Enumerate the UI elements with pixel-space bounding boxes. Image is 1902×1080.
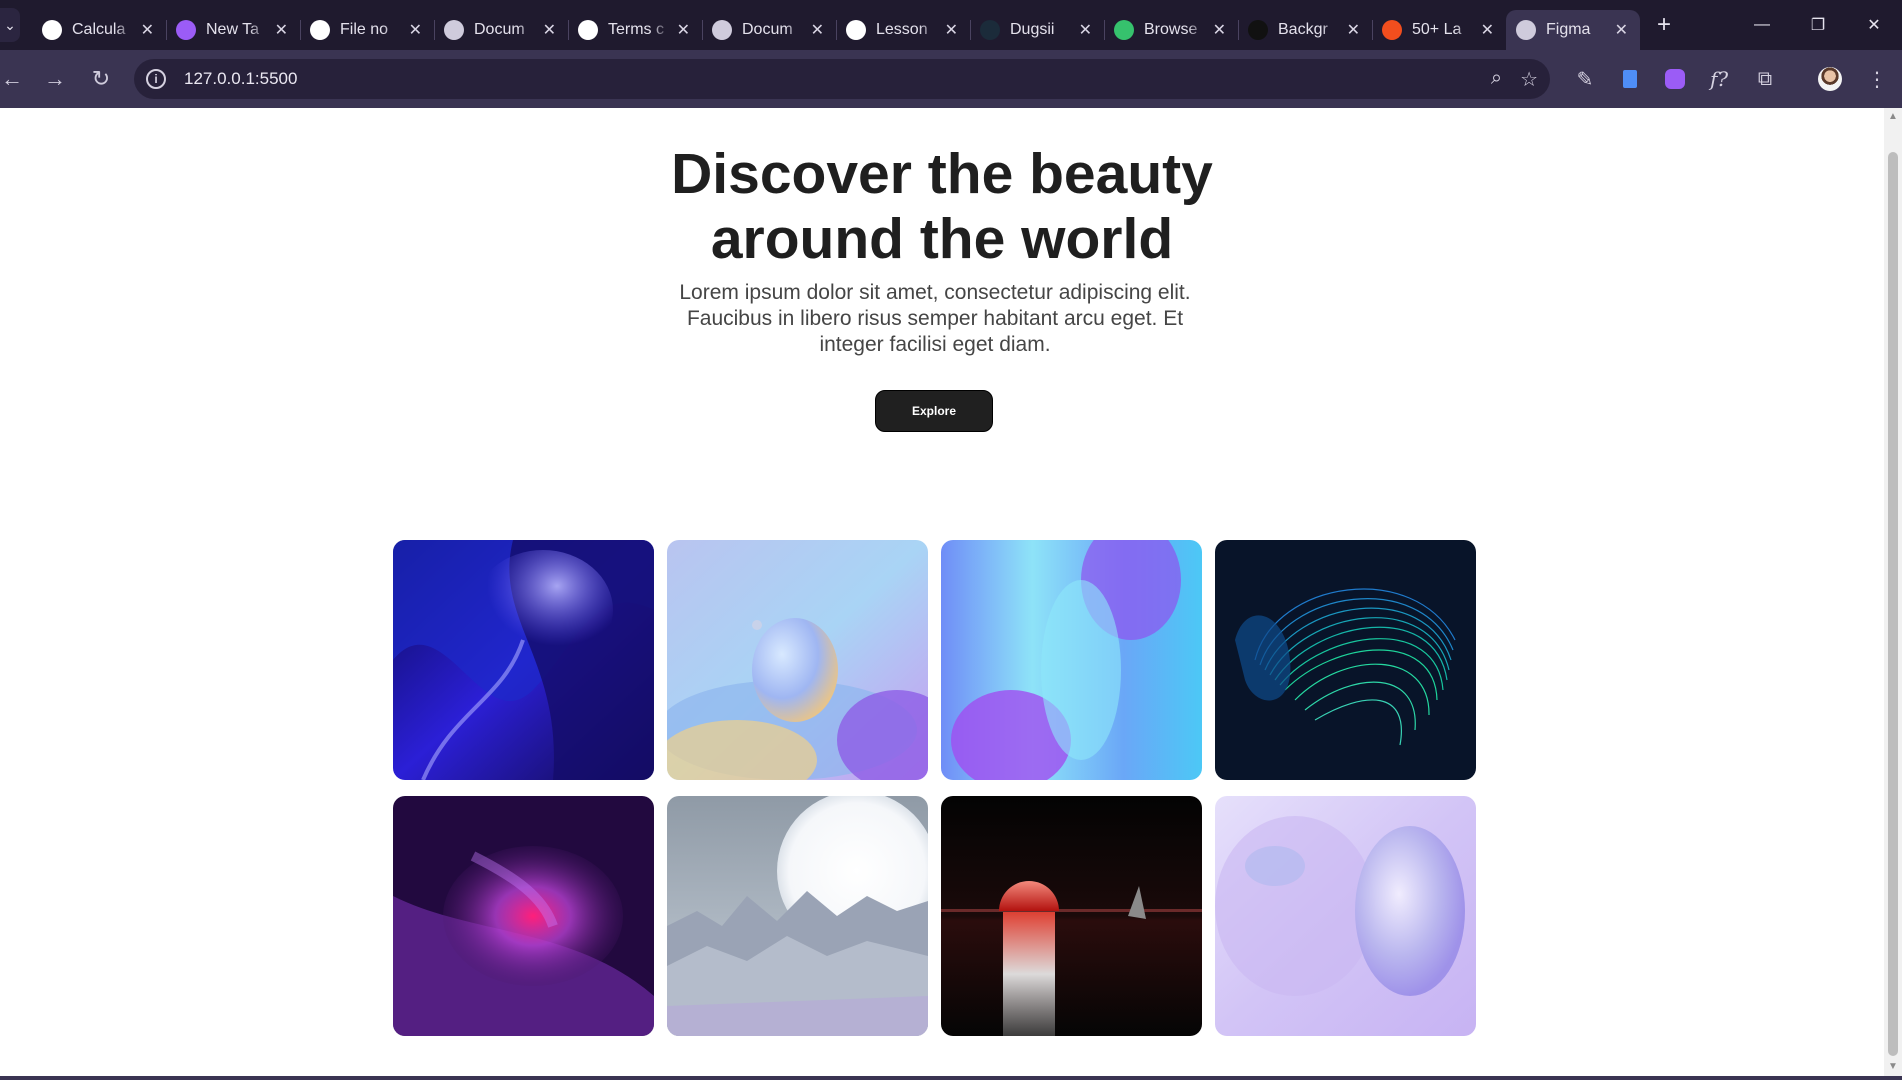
tab-title: Browse [1144,21,1198,38]
tab-title: Figma [1546,21,1591,38]
blue-waves-image[interactable] [393,540,654,780]
tab-title: Terms c [608,21,664,38]
scroll-down-icon[interactable]: ▼ [1888,1062,1898,1072]
browser-tab[interactable]: Lesson ✕ [836,10,971,50]
tab-close-icon[interactable]: ✕ [409,20,422,40]
extensions-puzzle-icon[interactable]: ⧉ [1753,67,1777,91]
tab-close-icon[interactable]: ✕ [543,20,556,40]
dugsiiye-icon [980,20,1000,40]
tab-close-icon[interactable]: ✕ [1481,20,1494,40]
tab-close-icon[interactable]: ✕ [1213,20,1226,40]
blue-purple-gradient-image[interactable] [941,540,1202,780]
github-icon [310,20,330,40]
unsplash-icon [1248,20,1268,40]
tab-close-icon[interactable]: ✕ [275,20,288,40]
close-window-icon[interactable]: ✕ [1846,0,1902,50]
tab-close-icon[interactable]: ✕ [677,20,690,40]
browser-tab[interactable]: File no ✕ [300,10,435,50]
browser-tab[interactable]: Dugsii ✕ [970,10,1105,50]
tab-close-icon[interactable]: ✕ [1079,20,1092,40]
tab-title: New Ta [206,21,260,38]
pastel-sphere-image[interactable] [667,540,928,780]
browser-tab[interactable]: New Ta ✕ [166,10,301,50]
hero-subtitle: Lorem ipsum dolor sit amet, consectetur … [679,281,1191,356]
reload-icon[interactable]: ↻ [89,66,113,91]
purple-extension-icon[interactable] [1663,67,1687,91]
profile-avatar[interactable] [1818,67,1842,91]
red-sunset-image[interactable] [941,796,1202,1036]
window-controls: — ❐ ✕ [1734,0,1902,50]
tab-close-icon[interactable]: ✕ [945,20,958,40]
tab-search-button[interactable]: ⌄ [0,8,20,42]
hero-title-line-1: Discover the beauty [671,142,1213,206]
back-icon[interactable]: ← [0,66,24,91]
restore-icon[interactable]: ❐ [1790,0,1846,50]
github-icon [42,20,62,40]
tab-close-icon[interactable]: ✕ [1615,20,1628,40]
address-bar[interactable]: i 127.0.0.1:5500 ⌕ ☆ [134,59,1550,99]
tab-title: Docum [742,21,793,38]
moon-mountains-image[interactable] [667,796,928,1036]
tab-title: Dugsii [1010,21,1055,38]
globe-icon [444,20,464,40]
tab-strip: Calcula ✕ New Ta ✕ File no ✕ Docum ✕ Terms c ✕ Doc… [32,0,1640,50]
address-url[interactable]: 127.0.0.1:5500 [184,69,297,89]
site-info-icon[interactable]: i [146,69,166,89]
explore-button[interactable]: Explore [875,390,993,432]
browser-tab[interactable]: Calcula ✕ [32,10,167,50]
bottom-edge [0,1076,1902,1080]
globe-icon [712,20,732,40]
browser-tab[interactable]: Terms c ✕ [568,10,703,50]
globe-icon [1516,20,1536,40]
tab-title: Docum [474,21,525,38]
browser-menu-icon[interactable]: ⋮ [1865,67,1889,91]
browser-tab[interactable]: Backgr ✕ [1238,10,1373,50]
scroll-up-icon[interactable]: ▲ [1888,112,1898,122]
tab-title: Backgr [1278,21,1328,38]
openai-icon [578,20,598,40]
figma-icon [1382,20,1402,40]
lavender-bubble-image[interactable] [1215,796,1476,1036]
font-extension-icon[interactable]: f? [1707,67,1731,91]
forward-icon[interactable]: → [43,66,67,91]
browser-tab[interactable]: Docum ✕ [434,10,569,50]
teal-wire-spiral-image[interactable] [1215,540,1476,780]
pink-glow-image[interactable] [393,796,654,1036]
tab-close-icon[interactable]: ✕ [141,20,154,40]
tab-title: File no [340,21,389,38]
browse-icon [1114,20,1134,40]
hero-title-line-2: around the world [710,207,1174,271]
tab-close-icon[interactable]: ✕ [1347,20,1360,40]
browser-tab[interactable]: Browse ✕ [1104,10,1239,50]
minimize-icon[interactable]: — [1734,0,1790,50]
hero-title: Discover the beauty around the world [0,142,1884,272]
browser-tab-bar: ⌄ Calcula ✕ New Ta ✕ File no ✕ Docum ✕ Terms c ✕ D… [0,0,1902,50]
browser-tab[interactable]: 50+ La ✕ [1372,10,1507,50]
tab-title: Calcula [72,21,126,38]
new-tab-button[interactable]: + [1644,5,1684,45]
browser-tab[interactable]: Figma ✕ [1506,10,1640,50]
docs-extension-icon[interactable] [1618,67,1642,91]
scrollbar-thumb[interactable] [1888,152,1898,1056]
tab-title: Lesson [876,21,928,38]
tab-title: 50+ La [1412,21,1462,38]
bookmark-star-icon[interactable]: ☆ [1520,67,1538,92]
notion-icon [846,20,866,40]
tab-close-icon[interactable]: ✕ [811,20,824,40]
browser-toolbar: ← → ↻ i 127.0.0.1:5500 ⌕ ☆ ✎ f? ⧉ ⋮ [0,50,1902,108]
color-picker-extension-icon[interactable]: ✎ [1573,67,1597,91]
page-scrollbar[interactable]: ▲ ▼ [1884,108,1902,1076]
new-tab-extension-icon [176,20,196,40]
browser-tab[interactable]: Docum ✕ [702,10,837,50]
zoom-icon[interactable]: ⌕ [1491,67,1502,92]
